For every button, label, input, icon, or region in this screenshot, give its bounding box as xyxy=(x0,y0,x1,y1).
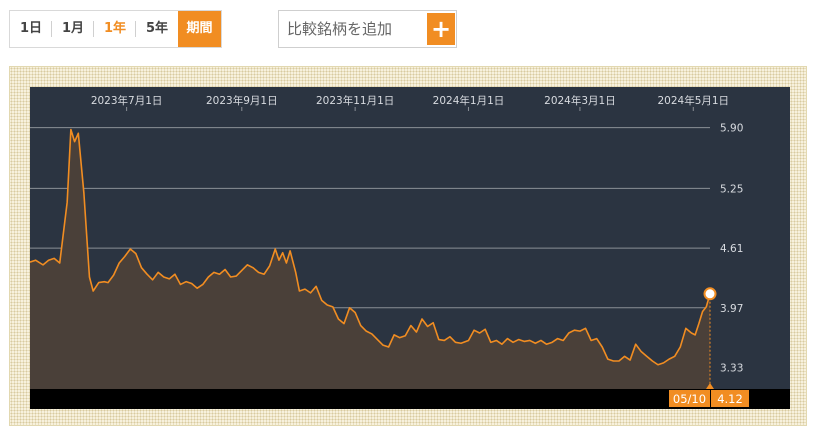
x-tick-label: 2024年1月1日 xyxy=(433,94,505,107)
value-readout-label: 4.12 xyxy=(717,392,743,406)
x-tick-label: 2024年5月1日 xyxy=(657,94,729,107)
y-tick-label: 3.97 xyxy=(720,303,743,315)
x-tick-label: 2024年3月1日 xyxy=(544,94,616,107)
x-tick-label: 2023年9月1日 xyxy=(206,94,278,107)
range-tab-1d[interactable]: 1日 xyxy=(10,11,52,47)
x-tick-label: 2023年7月1日 xyxy=(91,94,163,107)
range-tab-1y[interactable]: 1年 xyxy=(94,11,136,47)
date-readout-label: 05/10 xyxy=(673,392,706,406)
compare-search-input[interactable] xyxy=(279,11,427,47)
range-tab-period[interactable]: 期間 xyxy=(178,11,221,47)
chart-frame: 2023年7月1日 2023年9月1日 2023年11月1日 2024年1月1日 202… xyxy=(9,66,807,426)
y-tick-label: 4.61 xyxy=(720,243,743,255)
y-tick-label: 3.33 xyxy=(720,363,743,375)
last-point-marker xyxy=(703,287,717,301)
add-compare-button[interactable]: + xyxy=(427,13,455,45)
compare-box: + xyxy=(278,10,457,48)
y-tick-label: 5.25 xyxy=(720,183,743,195)
price-chart: 2023年7月1日 2023年9月1日 2023年11月1日 2024年1月1日 202… xyxy=(29,87,790,409)
range-tab-1m[interactable]: 1月 xyxy=(52,11,94,47)
range-tabs: 1日 1月 1年 5年 期間 xyxy=(9,10,222,48)
y-tick-label: 5.90 xyxy=(720,123,743,135)
range-tab-5y[interactable]: 5年 xyxy=(136,11,178,47)
x-tick-label: 2023年11月1日 xyxy=(316,94,394,107)
